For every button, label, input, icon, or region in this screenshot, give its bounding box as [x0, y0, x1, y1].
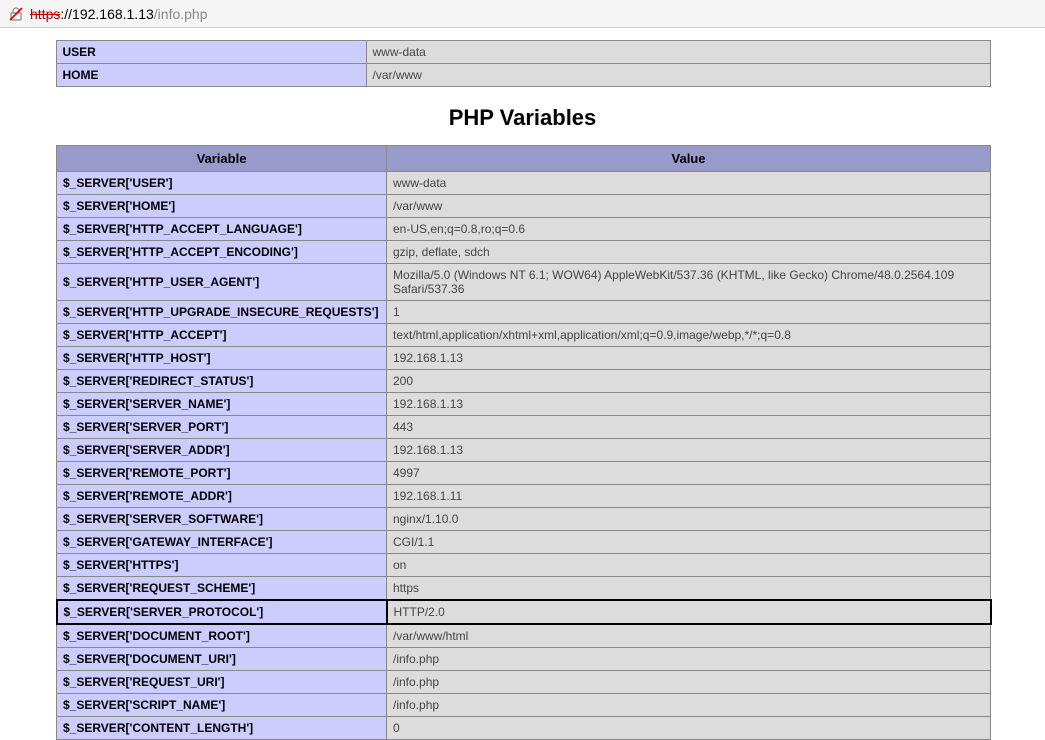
- url-protocol: https: [30, 6, 60, 22]
- var-name: $_SERVER['DOCUMENT_ROOT']: [57, 624, 387, 648]
- var-name: $_SERVER['HTTP_UPGRADE_INSECURE_REQUESTS…: [57, 301, 387, 324]
- var-row: $_SERVER['SERVER_ADDR']192.168.1.13: [57, 439, 991, 462]
- var-name: $_SERVER['SERVER_ADDR']: [57, 439, 387, 462]
- var-value: 200: [387, 370, 991, 393]
- env-value: www-data: [366, 41, 990, 64]
- var-row: $_SERVER['HTTP_ACCEPT']text/html,applica…: [57, 324, 991, 347]
- var-row: $_SERVER['SERVER_PROTOCOL']HTTP/2.0: [57, 600, 991, 624]
- var-row: $_SERVER['REMOTE_ADDR']192.168.1.11: [57, 485, 991, 508]
- url-path: /info.php: [154, 6, 208, 22]
- var-name: $_SERVER['REMOTE_PORT']: [57, 462, 387, 485]
- var-name: $_SERVER['SERVER_SOFTWARE']: [57, 508, 387, 531]
- var-name: $_SERVER['USER']: [57, 172, 387, 195]
- var-value: HTTP/2.0: [387, 600, 991, 624]
- env-table: USERwww-dataHOME/var/www: [56, 40, 991, 87]
- var-value: /var/www/html: [387, 624, 991, 648]
- var-name: $_SERVER['REMOTE_ADDR']: [57, 485, 387, 508]
- var-row: $_SERVER['REQUEST_SCHEME']https: [57, 577, 991, 601]
- var-value: gzip, deflate, sdch: [387, 241, 991, 264]
- env-value: /var/www: [366, 64, 990, 87]
- var-value: Mozilla/5.0 (Windows NT 6.1; WOW64) Appl…: [387, 264, 991, 301]
- var-value: /info.php: [387, 671, 991, 694]
- env-row: USERwww-data: [56, 41, 990, 64]
- var-value: CGI/1.1: [387, 531, 991, 554]
- var-row: $_SERVER['HTTPS']on: [57, 554, 991, 577]
- var-table-header-row: Variable Value: [57, 146, 991, 172]
- var-value: 1: [387, 301, 991, 324]
- var-name: $_SERVER['SERVER_NAME']: [57, 393, 387, 416]
- section-title-php-variables: PHP Variables: [449, 105, 597, 131]
- var-row: $_SERVER['HTTP_ACCEPT_ENCODING']gzip, de…: [57, 241, 991, 264]
- var-name: $_SERVER['HTTP_ACCEPT_ENCODING']: [57, 241, 387, 264]
- var-row: $_SERVER['SERVER_PORT']443: [57, 416, 991, 439]
- var-row: $_SERVER['DOCUMENT_ROOT']/var/www/html: [57, 624, 991, 648]
- var-name: $_SERVER['HTTP_HOST']: [57, 347, 387, 370]
- var-row: $_SERVER['HTTP_USER_AGENT']Mozilla/5.0 (…: [57, 264, 991, 301]
- var-row: $_SERVER['REMOTE_PORT']4997: [57, 462, 991, 485]
- url-bar[interactable]: https ://192.168.1.13 /info.php: [0, 0, 1045, 28]
- var-value: en-US,en;q=0.8,ro;q=0.6: [387, 218, 991, 241]
- var-row: $_SERVER['CONTENT_LENGTH']0: [57, 717, 991, 740]
- var-value: www-data: [387, 172, 991, 195]
- var-name: $_SERVER['CONTENT_LENGTH']: [57, 717, 387, 740]
- var-value: 443: [387, 416, 991, 439]
- var-name: $_SERVER['SERVER_PROTOCOL']: [57, 600, 387, 624]
- var-value: on: [387, 554, 991, 577]
- var-row: $_SERVER['REQUEST_URI']/info.php: [57, 671, 991, 694]
- var-name: $_SERVER['HTTP_ACCEPT']: [57, 324, 387, 347]
- var-name: $_SERVER['HTTPS']: [57, 554, 387, 577]
- var-value: 192.168.1.13: [387, 347, 991, 370]
- var-row: $_SERVER['SERVER_NAME']192.168.1.13: [57, 393, 991, 416]
- var-name: $_SERVER['HTTP_ACCEPT_LANGUAGE']: [57, 218, 387, 241]
- url-host: ://192.168.1.13: [60, 6, 153, 22]
- var-table-header-variable: Variable: [57, 146, 387, 172]
- var-value: nginx/1.10.0: [387, 508, 991, 531]
- var-row: $_SERVER['HTTP_HOST']192.168.1.13: [57, 347, 991, 370]
- var-value: 0: [387, 717, 991, 740]
- var-value: 192.168.1.13: [387, 439, 991, 462]
- var-table-container: Variable Value $_SERVER['USER']www-data$…: [56, 145, 990, 740]
- var-row: $_SERVER['GATEWAY_INTERFACE']CGI/1.1: [57, 531, 991, 554]
- var-name: $_SERVER['SCRIPT_NAME']: [57, 694, 387, 717]
- var-value: text/html,application/xhtml+xml,applicat…: [387, 324, 991, 347]
- var-value: 192.168.1.13: [387, 393, 991, 416]
- var-row: $_SERVER['DOCUMENT_URI']/info.php: [57, 648, 991, 671]
- var-value: /var/www: [387, 195, 991, 218]
- var-name: $_SERVER['REQUEST_SCHEME']: [57, 577, 387, 601]
- var-value: https: [387, 577, 991, 601]
- var-table-header-value: Value: [387, 146, 991, 172]
- var-name: $_SERVER['REDIRECT_STATUS']: [57, 370, 387, 393]
- var-name: $_SERVER['HTTP_USER_AGENT']: [57, 264, 387, 301]
- var-name: $_SERVER['HOME']: [57, 195, 387, 218]
- var-row: $_SERVER['REDIRECT_STATUS']200: [57, 370, 991, 393]
- var-row: $_SERVER['HTTP_ACCEPT_LANGUAGE']en-US,en…: [57, 218, 991, 241]
- var-value: 192.168.1.11: [387, 485, 991, 508]
- env-row: HOME/var/www: [56, 64, 990, 87]
- var-name: $_SERVER['SERVER_PORT']: [57, 416, 387, 439]
- ssl-warning-icon: [8, 6, 24, 22]
- var-value: /info.php: [387, 694, 991, 717]
- var-value: 4997: [387, 462, 991, 485]
- env-name: USER: [56, 41, 366, 64]
- var-row: $_SERVER['HOME']/var/www: [57, 195, 991, 218]
- var-row: $_SERVER['SCRIPT_NAME']/info.php: [57, 694, 991, 717]
- var-row: $_SERVER['USER']www-data: [57, 172, 991, 195]
- var-name: $_SERVER['REQUEST_URI']: [57, 671, 387, 694]
- var-name: $_SERVER['GATEWAY_INTERFACE']: [57, 531, 387, 554]
- var-row: $_SERVER['HTTP_UPGRADE_INSECURE_REQUESTS…: [57, 301, 991, 324]
- var-value: /info.php: [387, 648, 991, 671]
- page-content: USERwww-dataHOME/var/www PHP Variables V…: [0, 28, 1045, 740]
- url-text[interactable]: https ://192.168.1.13 /info.php: [30, 6, 208, 22]
- env-name: HOME: [56, 64, 366, 87]
- var-row: $_SERVER['SERVER_SOFTWARE']nginx/1.10.0: [57, 508, 991, 531]
- env-table-container: USERwww-dataHOME/var/www: [56, 40, 990, 87]
- var-name: $_SERVER['DOCUMENT_URI']: [57, 648, 387, 671]
- var-table: Variable Value $_SERVER['USER']www-data$…: [56, 145, 992, 740]
